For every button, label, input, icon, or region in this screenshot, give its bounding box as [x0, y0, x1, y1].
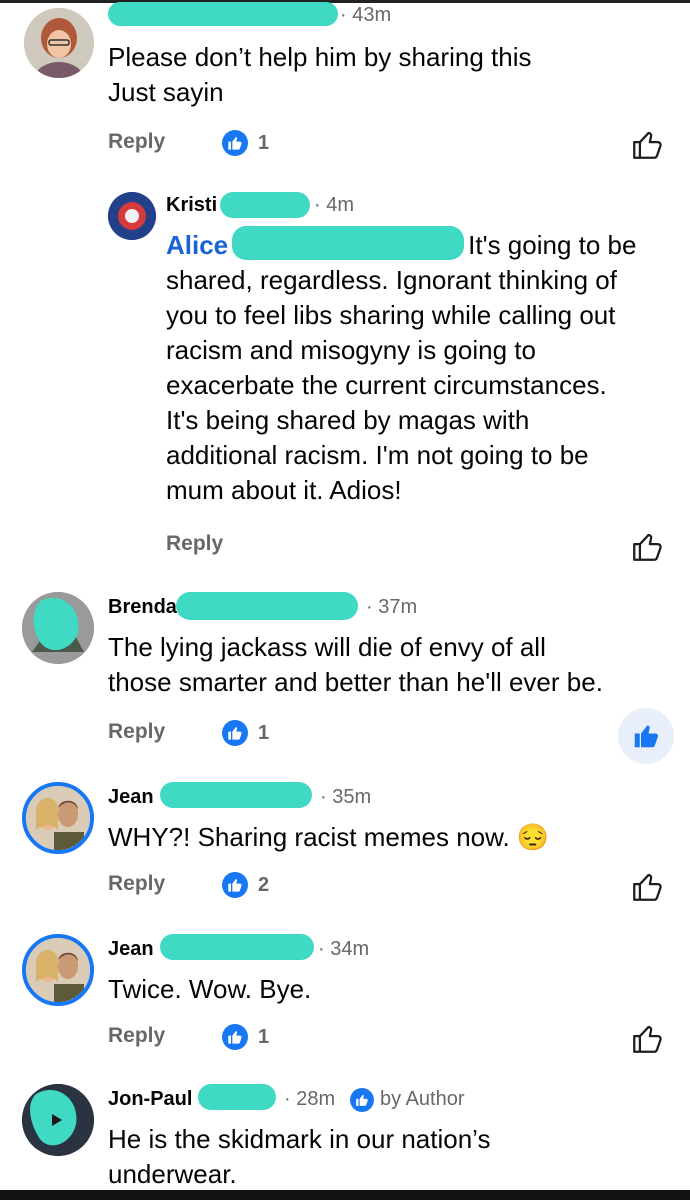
comment-time: · 43m [340, 4, 392, 26]
like-badge-icon [222, 872, 248, 898]
reply-button[interactable]: Reply [166, 532, 223, 556]
redacted-name [160, 934, 314, 960]
reply-button[interactable]: Reply [108, 1024, 165, 1048]
like-badge-icon [222, 720, 248, 746]
comment-time: · 34m [318, 938, 370, 960]
redacted-mention [232, 226, 464, 260]
thumbs-up-filled-icon [634, 725, 658, 748]
comment-text: The lying jackass will die of envy of al… [108, 632, 603, 697]
like-button-icon[interactable] [630, 870, 664, 904]
comment-text: Alice It's going to be shared, regardless… [166, 230, 637, 505]
avatar[interactable] [22, 1084, 94, 1156]
comment-time: · 37m [366, 596, 418, 618]
avatar[interactable] [22, 934, 94, 1006]
like-button-icon[interactable] [630, 128, 664, 162]
comment-text: Twice. Wow. Bye. [108, 974, 312, 1004]
like-count: 1 [258, 1026, 270, 1048]
comment-time: · 28m [284, 1088, 336, 1110]
redacted-name [176, 592, 358, 620]
comment-time: · 35m [320, 786, 372, 808]
like-count: 1 [258, 132, 270, 154]
author-badge-icon [350, 1088, 374, 1112]
like-badge-icon [222, 130, 248, 156]
liked-button[interactable] [618, 708, 674, 764]
mention-link[interactable]: Alice [166, 230, 228, 260]
redacted-name [198, 1084, 276, 1110]
avatar[interactable] [108, 192, 156, 240]
avatar[interactable] [22, 782, 94, 854]
author-name[interactable]: Kristi [166, 194, 217, 217]
comment-text: Please don’t help him by sharing this Ju… [108, 42, 532, 107]
comment-text: He is the skidmark in our nation’s under… [108, 1124, 491, 1189]
avatar[interactable] [22, 592, 94, 664]
author-name[interactable]: Jean [108, 938, 154, 961]
bottom-edge [0, 1190, 690, 1200]
like-button-icon[interactable] [630, 1022, 664, 1056]
avatar[interactable] [24, 8, 94, 78]
redacted-name [160, 782, 312, 808]
author-name[interactable]: Jon-Paul [108, 1088, 192, 1111]
like-button-icon[interactable] [630, 530, 664, 564]
author-name[interactable]: Brenda [108, 596, 177, 619]
top-edge [0, 0, 690, 3]
like-count: 2 [258, 874, 270, 896]
like-badge-icon [222, 1024, 248, 1050]
redacted-name [108, 2, 338, 26]
redacted-name [220, 192, 310, 218]
comment-time: · 4m [314, 194, 354, 216]
reply-button[interactable]: Reply [108, 720, 165, 744]
reply-button[interactable]: Reply [108, 872, 165, 896]
reply-button[interactable]: Reply [108, 130, 165, 154]
like-count: 1 [258, 722, 270, 744]
author-name[interactable]: Jean [108, 786, 154, 809]
by-author-label: by Author [380, 1088, 465, 1110]
comment-text: WHY?! Sharing racist memes now. 😔 [108, 822, 550, 852]
